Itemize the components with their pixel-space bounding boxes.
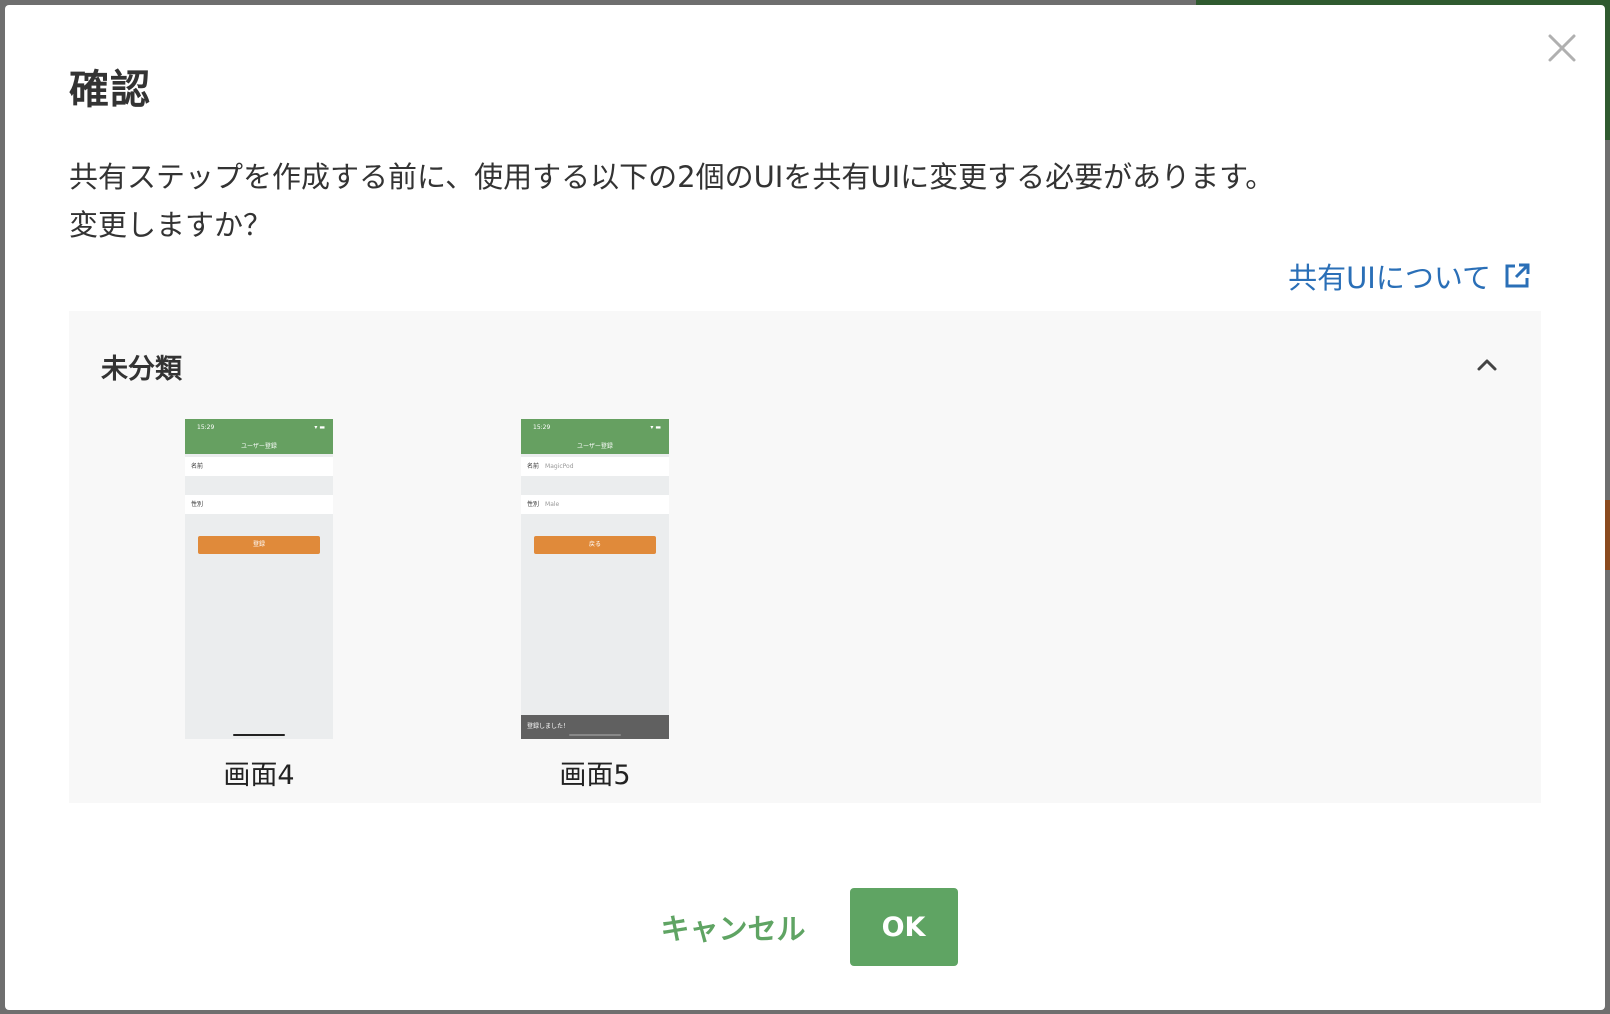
ok-button[interactable]: OK — [849, 888, 958, 966]
dialog-title: 確認 — [69, 67, 151, 113]
screen-thumbnail: 15:29 ▾ ▬ ユーザー登録 名前 性別 登録 — [185, 419, 333, 739]
cancel-button[interactable]: キャンセル — [640, 892, 825, 962]
screen-card[interactable]: 15:29 ▾ ▬ ユーザー登録 名前 MagicPod 性別 Male 戻る 登録… — [495, 419, 695, 792]
screen-label: 画面5 — [559, 760, 631, 791]
thumb-field-label: 名前 — [191, 463, 204, 470]
thumb-field-name: 名前 MagicPod — [521, 457, 669, 476]
shared-ui-help-link-label: 共有UIについて — [1288, 261, 1491, 295]
external-link-icon — [1505, 263, 1530, 288]
thumb-time: 15:29 — [533, 424, 551, 431]
thumb-field-gender: 性別 Male — [521, 495, 669, 514]
thumb-home-indicator — [569, 734, 621, 736]
shared-ui-help-link[interactable]: 共有UIについて — [1288, 255, 1531, 297]
thumb-field-value: Male — [545, 501, 560, 508]
thumb-field-value: MagicPod — [545, 463, 574, 470]
thumb-home-indicator — [233, 734, 285, 736]
screen-thumbnail: 15:29 ▾ ▬ ユーザー登録 名前 MagicPod 性別 Male 戻る 登録… — [521, 419, 669, 739]
thumb-field-gender: 性別 — [185, 495, 333, 514]
thumb-header: 15:29 ▾ ▬ ユーザー登録 — [521, 419, 669, 454]
chevron-up-icon — [1477, 359, 1497, 371]
thumb-field-label: 性別 — [527, 501, 540, 508]
thumb-field-label: 名前 — [527, 463, 540, 470]
screen-card[interactable]: 15:29 ▾ ▬ ユーザー登録 名前 性別 登録 画面4 — [159, 419, 359, 792]
category-panel: 未分類 15:29 ▾ ▬ ユーザー登録 名前 性別 登録 画面4 15:29 … — [69, 311, 1541, 803]
thumb-header: 15:29 ▾ ▬ ユーザー登録 — [185, 419, 333, 454]
thumb-title: ユーザー登録 — [241, 443, 277, 450]
thumb-field-label: 性別 — [191, 501, 204, 508]
dialog-message: 共有ステップを作成する前に、使用する以下の2個のUIを共有UIに変更する必要があ… — [69, 153, 1489, 249]
dialog-actions: キャンセル OK — [5, 888, 1605, 966]
thumb-time: 15:29 — [197, 424, 215, 431]
thumb-button: 登録 — [198, 536, 320, 554]
thumb-status-icons: ▾ ▬ — [314, 424, 325, 431]
thumb-button: 戻る — [534, 536, 656, 554]
thumb-title: ユーザー登録 — [577, 443, 613, 450]
close-button[interactable] — [1545, 31, 1579, 65]
confirm-dialog: 確認 共有ステップを作成する前に、使用する以下の2個のUIを共有UIに変更する必… — [5, 5, 1605, 1010]
dialog-message-line-1: 共有ステップを作成する前に、使用する以下の2個のUIを共有UIに変更する必要があ… — [69, 160, 1275, 194]
thumb-status-icons: ▾ ▬ — [650, 424, 661, 431]
screen-label: 画面4 — [223, 760, 295, 791]
close-icon — [1548, 34, 1576, 62]
collapse-button[interactable] — [1473, 351, 1501, 379]
thumb-field-name: 名前 — [185, 457, 333, 476]
dialog-message-line-2: 変更しますか？ — [69, 208, 273, 242]
category-title: 未分類 — [101, 354, 182, 385]
